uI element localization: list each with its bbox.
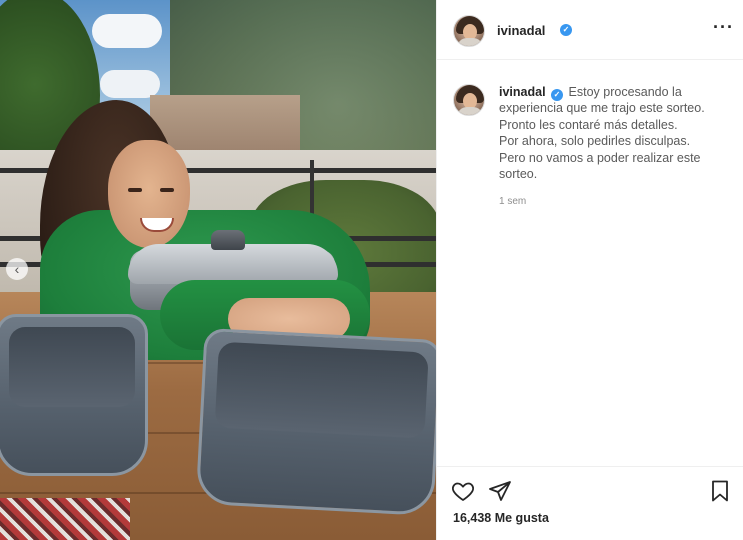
post-header: ivinadal ✓ ···	[437, 0, 743, 60]
caption-text-line: Estoy procesando la	[568, 85, 682, 99]
chevron-left-icon[interactable]: ‹	[6, 258, 28, 280]
photo-loaf-pan	[195, 327, 436, 517]
photo-cloud	[92, 14, 162, 48]
caption-text-line: sorteo.	[499, 167, 538, 182]
photo-loaf-pan	[0, 314, 148, 476]
post-caption: ivinadal ✓ Estoy procesando la experienc…	[499, 84, 721, 182]
post-photo[interactable]: ‹	[0, 0, 436, 540]
loaf-pan-interior	[214, 341, 429, 439]
caption-avatar[interactable]	[453, 84, 485, 116]
photo-person-eye	[128, 188, 142, 192]
verified-badge-icon: ✓	[560, 24, 572, 36]
caption-text-line: Pronto les contaré más detalles.	[499, 117, 678, 132]
loaf-pan-interior	[9, 327, 135, 407]
likes-number: 16,438	[453, 511, 492, 525]
photo-pot-knob	[211, 230, 245, 250]
caption-text-line: Por ahora, solo pedirles disculpas.	[499, 134, 691, 149]
likes-count[interactable]: 16,438 Me gusta	[453, 511, 549, 525]
heart-icon[interactable]	[451, 479, 475, 503]
send-icon[interactable]	[488, 479, 512, 503]
verified-badge-icon: ✓	[551, 89, 564, 101]
photo-person-eye	[160, 188, 174, 192]
photo-person-face	[108, 140, 190, 248]
photo-pot-lid	[128, 244, 338, 284]
caption-text-line: experiencia que me trajo este sorteo.	[499, 101, 705, 116]
post-details-panel: ivinadal ✓ ··· ivinadal ✓ Estoy procesan…	[436, 0, 743, 540]
photo-tablecloth	[0, 498, 130, 540]
caption-username[interactable]: ivinadal	[499, 85, 546, 99]
bookmark-icon[interactable]	[708, 479, 732, 503]
caption-text-line: Pero no vamos a poder realizar este	[499, 150, 701, 165]
header-username[interactable]: ivinadal	[497, 23, 545, 38]
photo-cloud	[100, 70, 160, 98]
post-timestamp[interactable]: 1 sem	[499, 196, 526, 207]
post-actions-bar: 16,438 Me gusta	[437, 466, 743, 540]
avatar[interactable]	[453, 15, 485, 47]
more-horizontal-icon[interactable]: ···	[713, 18, 733, 38]
likes-label: Me gusta	[494, 511, 549, 525]
